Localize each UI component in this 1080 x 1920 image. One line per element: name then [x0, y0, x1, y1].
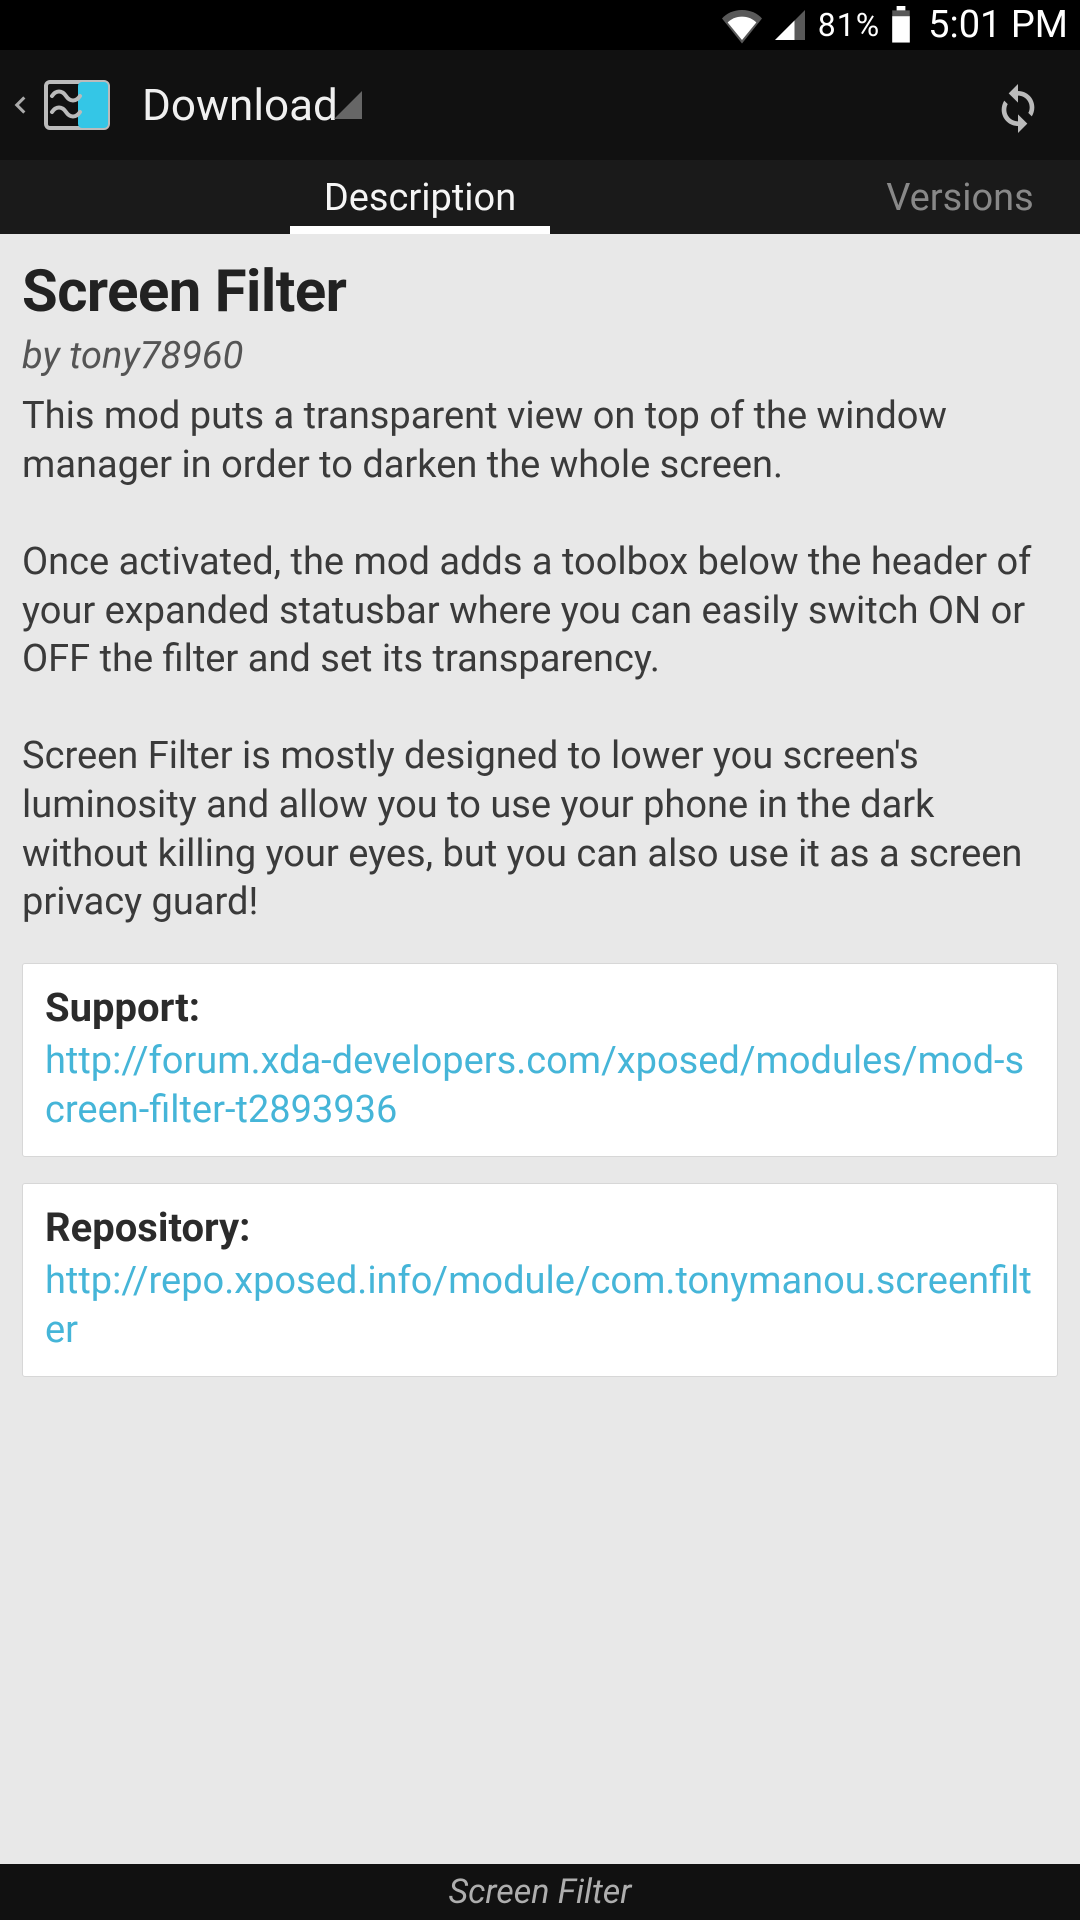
footer-text: Screen Filter	[449, 1872, 632, 1912]
back-button[interactable]	[0, 49, 34, 161]
module-description: This mod puts a transparent view on top …	[22, 392, 1058, 927]
support-link[interactable]: http://forum.xda-developers.com/xposed/m…	[45, 1037, 1035, 1134]
refresh-button[interactable]	[978, 50, 1058, 160]
tab-description-label: Description	[324, 176, 516, 220]
clock: 5:01 PM	[928, 3, 1068, 47]
content-area: Screen Filter by tony78960 This mod puts…	[0, 234, 1080, 1864]
repository-link[interactable]: http://repo.xposed.info/module/com.tonym…	[45, 1257, 1035, 1354]
repository-card: Repository: http://repo.xposed.info/modu…	[22, 1183, 1058, 1377]
status-bar: 81% 5:01 PM	[0, 0, 1080, 50]
actionbar-title[interactable]: Download	[142, 79, 338, 131]
action-bar: Download	[0, 50, 1080, 162]
tab-bar: Description Versions	[0, 162, 1080, 234]
battery-percent: 81%	[818, 6, 880, 44]
footer-bar: Screen Filter	[0, 1864, 1080, 1920]
xposed-app-icon[interactable]	[38, 76, 116, 134]
dropdown-indicator-icon[interactable]	[334, 91, 362, 119]
module-title: Screen Filter	[22, 258, 1058, 326]
battery-icon	[890, 6, 912, 44]
repository-label: Repository:	[45, 1204, 1035, 1251]
tab-description[interactable]: Description	[0, 162, 840, 234]
tab-versions-label: Versions	[886, 176, 1034, 220]
module-author: by tony78960	[22, 334, 1058, 378]
tab-versions[interactable]: Versions	[840, 162, 1080, 234]
cell-signal-icon	[772, 7, 808, 43]
wifi-icon	[722, 5, 762, 45]
support-label: Support:	[45, 984, 1035, 1031]
support-card: Support: http://forum.xda-developers.com…	[22, 963, 1058, 1157]
